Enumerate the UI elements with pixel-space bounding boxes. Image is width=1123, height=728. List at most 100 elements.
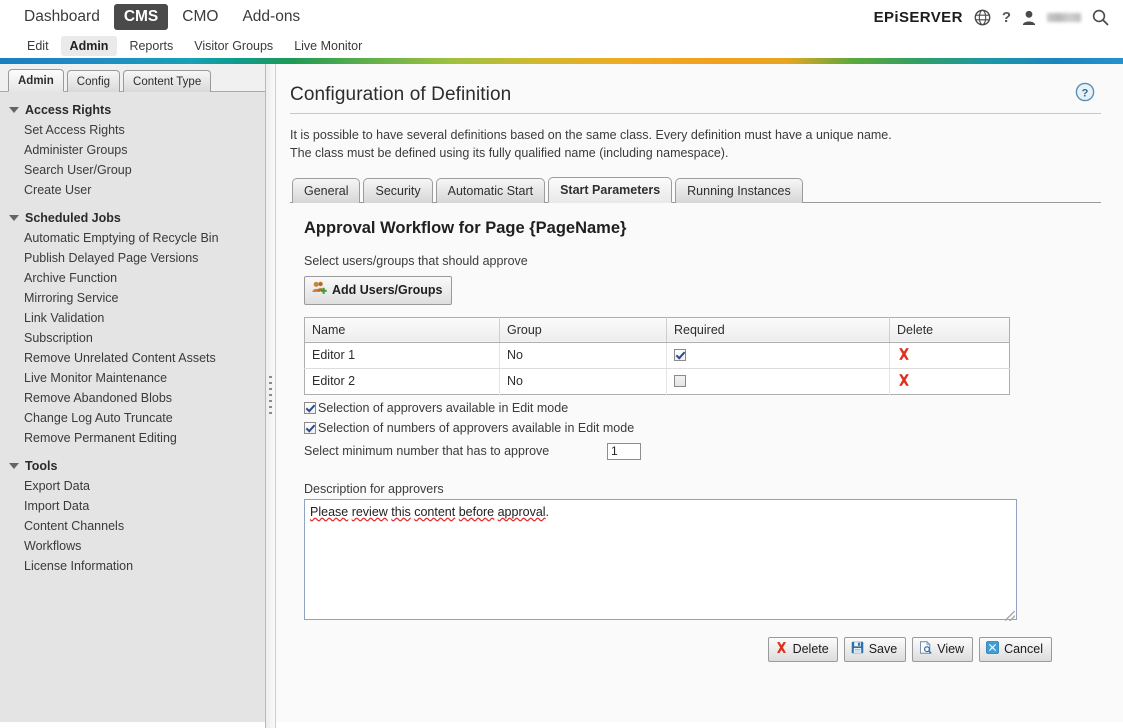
splitter-grip-icon [269,376,272,416]
global-nav-item-cmo[interactable]: CMO [172,4,228,30]
select-users-label: Select users/groups that should approve [304,254,528,268]
sidebar-group-access-rights[interactable]: Access Rights [0,100,271,120]
red-x-icon [775,641,788,658]
cancel-button-label: Cancel [1004,642,1043,657]
page-title: Configuration of Definition [290,84,512,105]
global-header: Dashboard CMS CMO Add-ons Edit Admin Rep… [0,0,1123,58]
intro-text-line-2: The class must be defined using its full… [290,146,729,160]
add-users-groups-button[interactable]: Add Users/Groups [304,276,453,305]
tab-automatic-start[interactable]: Automatic Start [435,177,546,203]
floppy-disk-icon [851,641,864,658]
sidebar-item-remove-unrelated-content-assets[interactable]: Remove Unrelated Content Assets [0,348,271,368]
sidebar-item-import-data[interactable]: Import Data [0,496,271,516]
required-checkbox[interactable] [674,349,686,362]
sidebar-tab-content-type[interactable]: Content Type [123,69,212,92]
search-icon[interactable] [1092,9,1109,26]
sidebar-item-administer-groups[interactable]: Administer Groups [0,140,271,160]
sidebar-item-export-data[interactable]: Export Data [0,476,271,496]
add-users-groups-label: Add Users/Groups [332,282,443,297]
sidebar-item-license-information[interactable]: License Information [0,556,271,576]
cell-group: No [499,342,667,369]
tab-general[interactable]: General [292,177,361,203]
sidebar-item-subscription[interactable]: Subscription [0,328,271,348]
cell-name: Editor 1 [304,342,500,369]
delete-row-icon[interactable] [897,347,911,364]
global-nav-item-addons[interactable]: Add-ons [232,4,310,30]
user-avatar-icon[interactable] [1022,10,1036,25]
help-question-icon[interactable]: ? [1002,10,1011,25]
admin-sidebar: Admin Config Content Type Access Rights … [0,64,276,728]
sub-nav-item-admin[interactable]: Admin [60,36,118,56]
sidebar-item-remove-permanent-editing[interactable]: Remove Permanent Editing [0,428,271,448]
description-textarea[interactable]: Please review this content before approv… [304,498,1017,620]
sidebar-item-mirroring-service[interactable]: Mirroring Service [0,288,271,308]
sidebar-group-tools[interactable]: Tools [0,456,271,476]
column-header-name: Name [304,317,500,343]
start-parameters-panel: Approval Workflow for Page {PageName} Se… [290,203,1101,662]
global-nav-item-dashboard[interactable]: Dashboard [14,4,110,30]
minimum-approvers-row: Select minimum number that has to approv… [304,442,1101,460]
cell-delete [890,368,1010,394]
sidebar-nav-list: Access Rights Set Access Rights Administ… [0,92,271,576]
window-bottom-strip [0,722,1123,728]
minimum-approvers-input[interactable] [607,442,641,460]
sidebar-item-live-monitor-maintenance[interactable]: Live Monitor Maintenance [0,368,271,388]
approvers-edit-mode-checkbox[interactable] [304,401,316,414]
sidebar-group-scheduled-jobs[interactable]: Scheduled Jobs [0,208,271,228]
episerver-logo: EPiSERVER [873,8,963,26]
required-checkbox[interactable] [674,375,686,388]
table-header-row: Name Group Required Delete [304,317,1010,343]
numbers-edit-mode-label: Selection of numbers of approvers availa… [318,420,635,435]
cell-required [666,368,890,395]
numbers-edit-mode-checkbox[interactable] [304,421,316,434]
sidebar-item-workflows[interactable]: Workflows [0,536,271,556]
form-action-bar: Delete Save View Cancel [304,636,1052,662]
sidebar-item-automatic-emptying-of-recycle-bin[interactable]: Automatic Emptying of Recycle Bin [0,228,271,248]
chevron-down-icon [9,107,19,113]
title-divider [290,113,1101,114]
sidebar-tab-strip: Admin Config Content Type [0,64,271,92]
sidebar-tab-admin[interactable]: Admin [8,68,64,92]
view-button-label: View [937,642,965,657]
description-label: Description for approvers [304,481,444,496]
approvers-table: Name Group Required Delete Editor 1 No E… [304,316,1010,395]
globe-icon[interactable] [974,9,991,26]
save-button[interactable]: Save [843,636,907,662]
delete-button[interactable]: Delete [767,636,838,662]
sidebar-item-link-validation[interactable]: Link Validation [0,308,271,328]
svg-text:?: ? [1082,87,1089,99]
sidebar-item-search-user-group[interactable]: Search User/Group [0,160,271,180]
sub-nav-item-live-monitor[interactable]: Live Monitor [285,36,371,56]
delete-row-icon[interactable] [897,373,911,390]
global-nav-item-cms[interactable]: CMS [113,4,169,30]
sidebar-item-create-user[interactable]: Create User [0,180,271,200]
main-content: ? Configuration of Definition It is poss… [272,64,1123,728]
sidebar-item-set-access-rights[interactable]: Set Access Rights [0,120,271,140]
sidebar-item-publish-delayed-page-versions[interactable]: Publish Delayed Page Versions [0,248,271,268]
tab-start-parameters[interactable]: Start Parameters [548,176,673,203]
tab-running-instances[interactable]: Running Instances [675,177,803,203]
cancel-button[interactable]: Cancel [979,636,1052,662]
add-users-icon [312,281,327,300]
sidebar-item-content-channels[interactable]: Content Channels [0,516,271,536]
user-name-label [1047,12,1081,22]
option-row-numbers-edit-mode: Selection of numbers of approvers availa… [304,421,1101,435]
sidebar-tab-config[interactable]: Config [66,69,121,92]
sidebar-group-label: Scheduled Jobs [25,211,121,225]
sub-nav-item-reports[interactable]: Reports [120,36,182,56]
tab-security[interactable]: Security [363,177,433,203]
sidebar-item-archive-function[interactable]: Archive Function [0,268,271,288]
sidebar-splitter[interactable] [265,64,276,728]
sidebar-group-label: Access Rights [25,103,112,117]
intro-text-line-1: It is possible to have several definitio… [290,128,892,142]
sub-nav-item-edit[interactable]: Edit [18,36,58,56]
sidebar-item-change-log-auto-truncate[interactable]: Change Log Auto Truncate [0,408,271,428]
sub-nav-item-visitor-groups[interactable]: Visitor Groups [185,36,282,56]
cell-group: No [499,368,667,395]
sub-nav: Edit Admin Reports Visitor Groups Live M… [0,34,1123,58]
view-button[interactable]: View [912,636,974,662]
help-circle-icon[interactable]: ? [1075,82,1095,102]
chevron-down-icon [9,215,19,221]
sidebar-item-remove-abandoned-blobs[interactable]: Remove Abandoned Blobs [0,388,271,408]
